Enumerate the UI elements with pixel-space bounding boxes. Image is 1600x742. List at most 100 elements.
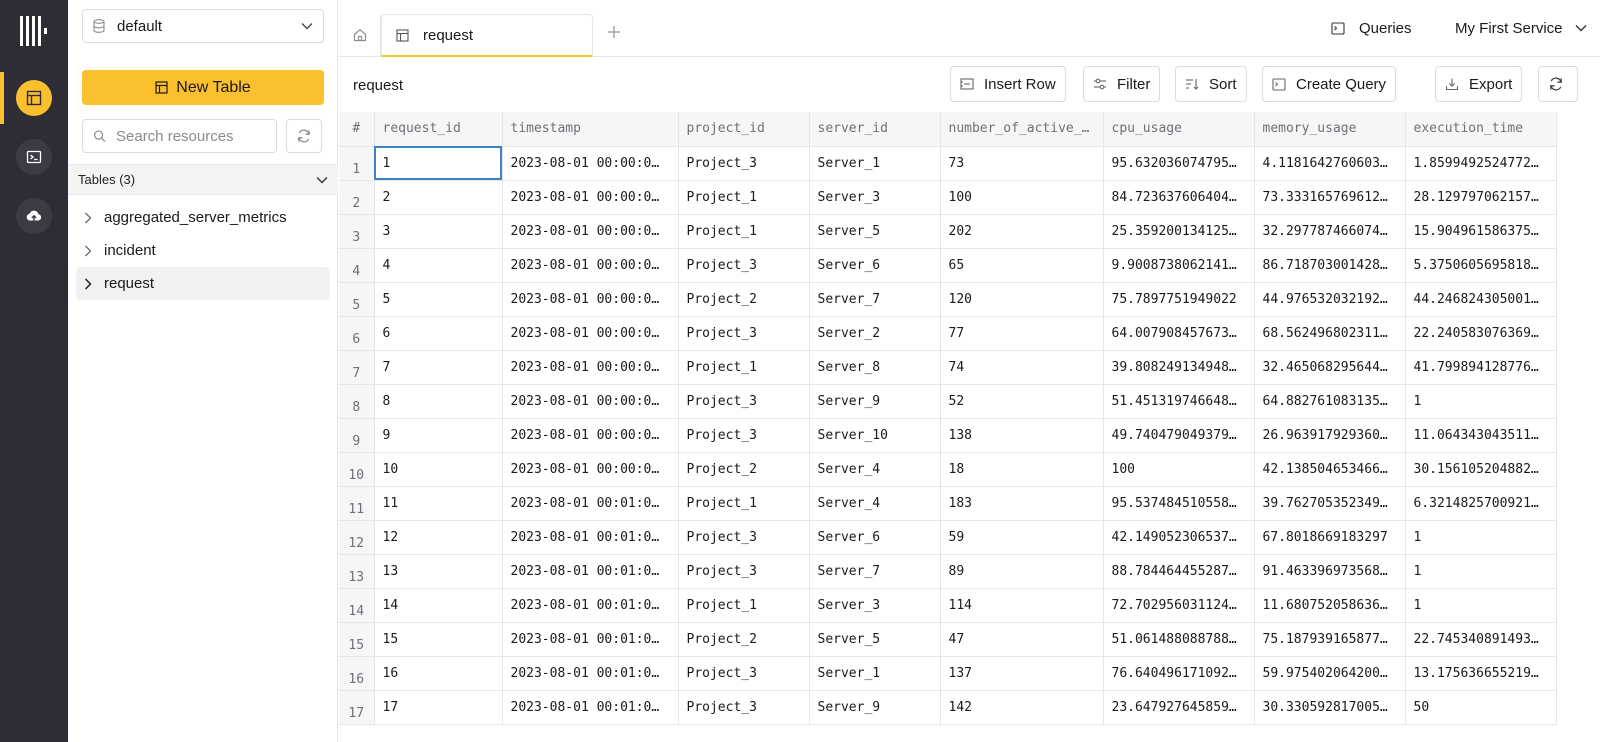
table-cell[interactable]: 2023-08-01 00:01:0…: [502, 622, 679, 657]
home-tab[interactable]: [339, 14, 381, 56]
table-row[interactable]: 3 3 2023-08-01 00:00:0… Project_1 Server_5 20…: [339, 214, 1557, 249]
table-cell[interactable]: Project_3: [678, 146, 810, 181]
table-cell[interactable]: Server_10: [809, 418, 941, 453]
table-cell[interactable]: Server_1: [809, 656, 941, 691]
table-cell[interactable]: 13: [374, 554, 503, 589]
table-cell[interactable]: 7: [374, 350, 503, 385]
table-cell[interactable]: 25.359200134125…: [1103, 214, 1255, 249]
column-header[interactable]: timestamp: [502, 112, 679, 147]
table-cell[interactable]: 64.007908457673…: [1103, 316, 1255, 351]
table-cell[interactable]: 95.537484510558…: [1103, 486, 1255, 521]
table-cell[interactable]: Project_3: [678, 656, 810, 691]
table-cell[interactable]: 73: [940, 146, 1104, 181]
table-cell[interactable]: 30.330592817005…: [1254, 690, 1406, 725]
table-cell[interactable]: 12: [374, 520, 503, 555]
table-row[interactable]: 9 9 2023-08-01 00:00:0… Project_3 Server_10 1…: [339, 418, 1557, 453]
table-cell[interactable]: 9.9008738062141…: [1103, 248, 1255, 283]
table-row[interactable]: 12 12 2023-08-01 00:01:0… Project_3 Server_6…: [339, 520, 1557, 555]
filter-button[interactable]: Filter: [1083, 66, 1161, 102]
table-cell[interactable]: Project_3: [678, 554, 810, 589]
table-cell[interactable]: Project_1: [678, 588, 810, 623]
table-cell[interactable]: Project_1: [678, 214, 810, 249]
table-cell[interactable]: Server_4: [809, 452, 941, 487]
table-cell[interactable]: 100: [1103, 452, 1255, 487]
table-row[interactable]: 7 7 2023-08-01 00:00:0… Project_1 Server_8 74…: [339, 350, 1557, 385]
table-cell[interactable]: 11.064343043511…: [1405, 418, 1557, 453]
table-cell[interactable]: 2023-08-01 00:00:0…: [502, 248, 679, 283]
table-cell[interactable]: 2023-08-01 00:00:0…: [502, 282, 679, 317]
table-row[interactable]: 6 6 2023-08-01 00:00:0… Project_3 Server_2 77…: [339, 316, 1557, 351]
table-cell[interactable]: 2: [374, 180, 503, 215]
table-cell[interactable]: Server_4: [809, 486, 941, 521]
table-cell[interactable]: 49.740479049379…: [1103, 418, 1255, 453]
table-cell[interactable]: 1: [374, 146, 503, 181]
table-cell[interactable]: Server_2: [809, 316, 941, 351]
column-header[interactable]: server_id: [809, 112, 941, 147]
table-cell[interactable]: 11.680752058636…: [1254, 588, 1406, 623]
table-cell[interactable]: 23.647927645859…: [1103, 690, 1255, 725]
table-cell[interactable]: Server_6: [809, 520, 941, 555]
table-cell[interactable]: 59: [940, 520, 1104, 555]
table-cell[interactable]: 77: [940, 316, 1104, 351]
table-cell[interactable]: Project_2: [678, 452, 810, 487]
table-cell[interactable]: 74: [940, 350, 1104, 385]
table-cell[interactable]: 15: [374, 622, 503, 657]
table-cell[interactable]: 2023-08-01 00:00:0…: [502, 418, 679, 453]
table-cell[interactable]: 2023-08-01 00:00:0…: [502, 214, 679, 249]
table-cell[interactable]: Project_3: [678, 248, 810, 283]
tree-item-incident[interactable]: incident: [76, 234, 330, 267]
table-cell[interactable]: Project_2: [678, 622, 810, 657]
table-cell[interactable]: 1.8599492524772…: [1405, 146, 1557, 181]
sort-button[interactable]: Sort: [1175, 66, 1247, 102]
table-cell[interactable]: 65: [940, 248, 1104, 283]
table-cell[interactable]: 11: [374, 486, 503, 521]
table-cell[interactable]: 28.129797062157…: [1405, 180, 1557, 215]
table-row[interactable]: 15 15 2023-08-01 00:01:0… Project_2 Server_5…: [339, 622, 1557, 657]
table-cell[interactable]: 2023-08-01 00:01:0…: [502, 520, 679, 555]
table-cell[interactable]: Project_3: [678, 316, 810, 351]
table-cell[interactable]: 6: [374, 316, 503, 351]
table-cell[interactable]: 2023-08-01 00:00:0…: [502, 350, 679, 385]
table-cell[interactable]: 91.463396973568…: [1254, 554, 1406, 589]
table-cell[interactable]: 42.149052306537…: [1103, 520, 1255, 555]
table-cell[interactable]: Server_7: [809, 282, 941, 317]
table-cell[interactable]: 89: [940, 554, 1104, 589]
table-cell[interactable]: 4.1181642760603…: [1254, 146, 1406, 181]
create-query-button[interactable]: Create Query: [1262, 66, 1397, 102]
table-cell[interactable]: 2023-08-01 00:00:0…: [502, 316, 679, 351]
table-cell[interactable]: Server_1: [809, 146, 941, 181]
table-cell[interactable]: 183: [940, 486, 1104, 521]
table-cell[interactable]: 32.465068295644…: [1254, 350, 1406, 385]
table-cell[interactable]: Server_9: [809, 690, 941, 725]
table-cell[interactable]: 67.8018669183297: [1254, 520, 1406, 555]
table-cell[interactable]: 68.562496802311…: [1254, 316, 1406, 351]
table-row[interactable]: 4 4 2023-08-01 00:00:0… Project_3 Server_6 65…: [339, 248, 1557, 283]
table-cell[interactable]: 75.187939165877…: [1254, 622, 1406, 657]
table-cell[interactable]: Server_6: [809, 248, 941, 283]
table-cell[interactable]: 2023-08-01 00:00:0…: [502, 384, 679, 419]
table-cell[interactable]: Project_3: [678, 418, 810, 453]
table-cell[interactable]: 64.882761083135…: [1254, 384, 1406, 419]
table-cell[interactable]: 72.702956031124…: [1103, 588, 1255, 623]
table-cell[interactable]: 32.297787466074…: [1254, 214, 1406, 249]
table-cell[interactable]: Project_2: [678, 282, 810, 317]
table-row[interactable]: 13 13 2023-08-01 00:01:0… Project_3 Server_7…: [339, 554, 1557, 589]
table-cell[interactable]: Server_5: [809, 214, 941, 249]
table-cell[interactable]: Server_5: [809, 622, 941, 657]
tree-item-request[interactable]: request: [76, 267, 330, 300]
table-cell[interactable]: 42.138504653466…: [1254, 452, 1406, 487]
table-cell[interactable]: 2023-08-01 00:01:0…: [502, 554, 679, 589]
table-cell[interactable]: 3: [374, 214, 503, 249]
table-cell[interactable]: Project_1: [678, 350, 810, 385]
queries-button[interactable]: Queries: [1331, 14, 1412, 42]
table-cell[interactable]: 44.976532032192…: [1254, 282, 1406, 317]
table-cell[interactable]: 73.333165769612…: [1254, 180, 1406, 215]
table-row[interactable]: 8 8 2023-08-01 00:00:0… Project_3 Server_9 52…: [339, 384, 1557, 419]
refresh-resources-button[interactable]: [286, 119, 322, 153]
table-cell[interactable]: 138: [940, 418, 1104, 453]
table-cell[interactable]: 75.7897751949022: [1103, 282, 1255, 317]
table-cell[interactable]: 2023-08-01 00:01:0…: [502, 690, 679, 725]
table-cell[interactable]: 9: [374, 418, 503, 453]
rail-sql-button[interactable]: [0, 131, 68, 183]
table-cell[interactable]: 22.240583076369…: [1405, 316, 1557, 351]
